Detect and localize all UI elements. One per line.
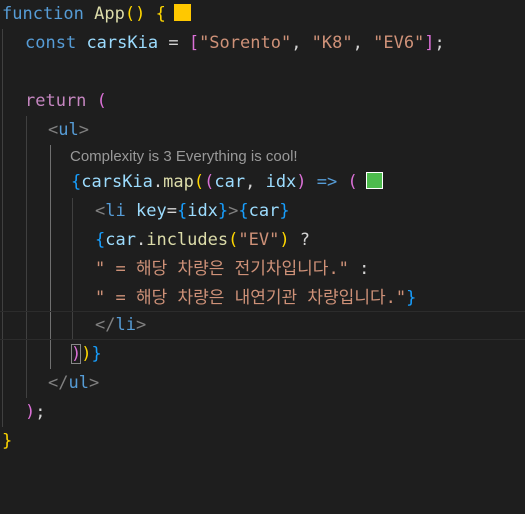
tag-bracket: < [95,201,106,221]
string-literal: "K8" [311,33,353,53]
variable-idx: idx [187,201,218,221]
keyword-return: return [25,91,87,111]
close-brace: } [91,344,102,364]
code-line-2[interactable]: const carsKia = ["Sorento", "K8", "EV6"]… [0,29,525,58]
open-brace: { [238,201,249,221]
string-literal: "Sorento" [199,33,292,53]
open-brace: { [176,201,188,221]
method-map: map [163,172,194,192]
open-paren: ( [228,230,239,250]
codelens-complexity[interactable]: Complexity is 3 Everything is cool! [70,146,298,168]
close-brace: } [406,288,417,308]
param-car: car [214,172,246,192]
code-line-1[interactable]: function App() { [0,0,525,29]
comma: , [291,33,312,53]
open-brace: { [155,4,166,24]
close-bracket: ] [424,33,435,53]
code-line-5[interactable]: <ul> [0,116,525,145]
equals: = [166,201,177,221]
close-paren: ) [296,172,307,192]
code-line-12[interactable]: ))} [0,340,525,369]
tag-bracket: </ [48,373,69,393]
code-line-14[interactable]: ); [0,398,525,427]
dot: . [152,172,164,192]
code-line-13[interactable]: </ul> [0,369,525,398]
close-brace: } [2,431,13,451]
close-brace: } [217,201,229,221]
tag-bracket: < [48,120,59,140]
tag-bracket: > [135,315,147,335]
color-swatch-green[interactable] [365,172,383,189]
tag-name-ul: ul [58,120,79,140]
code-line-11[interactable]: </li> [0,311,525,340]
tag-bracket: </ [95,315,116,335]
string-literal-korean: " = 해당 차량은 전기차입니다." [95,259,349,279]
code-line-3[interactable] [0,58,525,87]
method-includes: includes [146,230,229,250]
variable-car: car [105,230,136,250]
color-swatch-yellow[interactable] [173,4,191,21]
close-paren: ) [81,344,92,364]
param-idx: idx [265,172,297,192]
ternary-operator: ? [289,230,311,250]
open-paren: ( [204,172,215,192]
close-brace: } [279,201,290,221]
attr-key: key [135,201,167,221]
comma: , [352,33,374,53]
string-literal: "EV" [238,230,280,250]
code-line-4[interactable]: return ( [0,87,525,116]
string-literal: "EV6" [373,33,425,53]
code-line-9[interactable]: " = 해당 차량은 전기차입니다." : [0,255,525,284]
open-paren: ( [347,172,358,192]
close-paren: ) [71,344,82,364]
parens: () [124,4,146,24]
open-paren: ( [193,172,205,192]
arrow-operator: => [306,172,348,192]
semicolon: ; [35,402,46,422]
tag-name-li: li [115,315,136,335]
tag-bracket: > [228,201,239,221]
code-line-15[interactable]: } [0,427,525,456]
assign-operator: = [158,33,189,53]
variable-carskia: carsKia [81,172,153,192]
tag-name-li: li [105,201,126,221]
code-line-6[interactable]: {carsKia.map((car, idx) => ( [0,168,525,197]
variable-carskia: carsKia [86,33,159,53]
open-paren: ( [96,91,107,111]
string-literal-korean: " = 해당 차량은 내연기관 차량입니다." [95,288,407,308]
code-line-8[interactable]: {car.includes("EV") ? [0,226,525,255]
open-brace: { [95,230,106,250]
comma: , [245,172,266,192]
tag-bracket: > [78,120,89,140]
code-editor[interactable]: function App() { const carsKia = ["Soren… [0,0,525,460]
close-paren: ) [279,230,290,250]
keyword-const: const [25,33,77,53]
open-brace: { [71,172,82,192]
dot: . [135,230,147,250]
code-line-10[interactable]: " = 해당 차량은 내연기관 차량입니다."} [0,284,525,313]
semicolon: ; [434,33,445,53]
function-name: App [94,4,125,24]
code-line-7[interactable]: <li key={idx}>{car} [0,197,525,226]
variable-car: car [248,201,280,221]
open-bracket: [ [188,33,200,53]
tag-bracket: > [88,373,100,393]
close-paren: ) [25,402,36,422]
keyword-function: function [2,4,84,24]
tag-name-ul: ul [68,373,89,393]
ternary-colon: : [348,259,370,279]
